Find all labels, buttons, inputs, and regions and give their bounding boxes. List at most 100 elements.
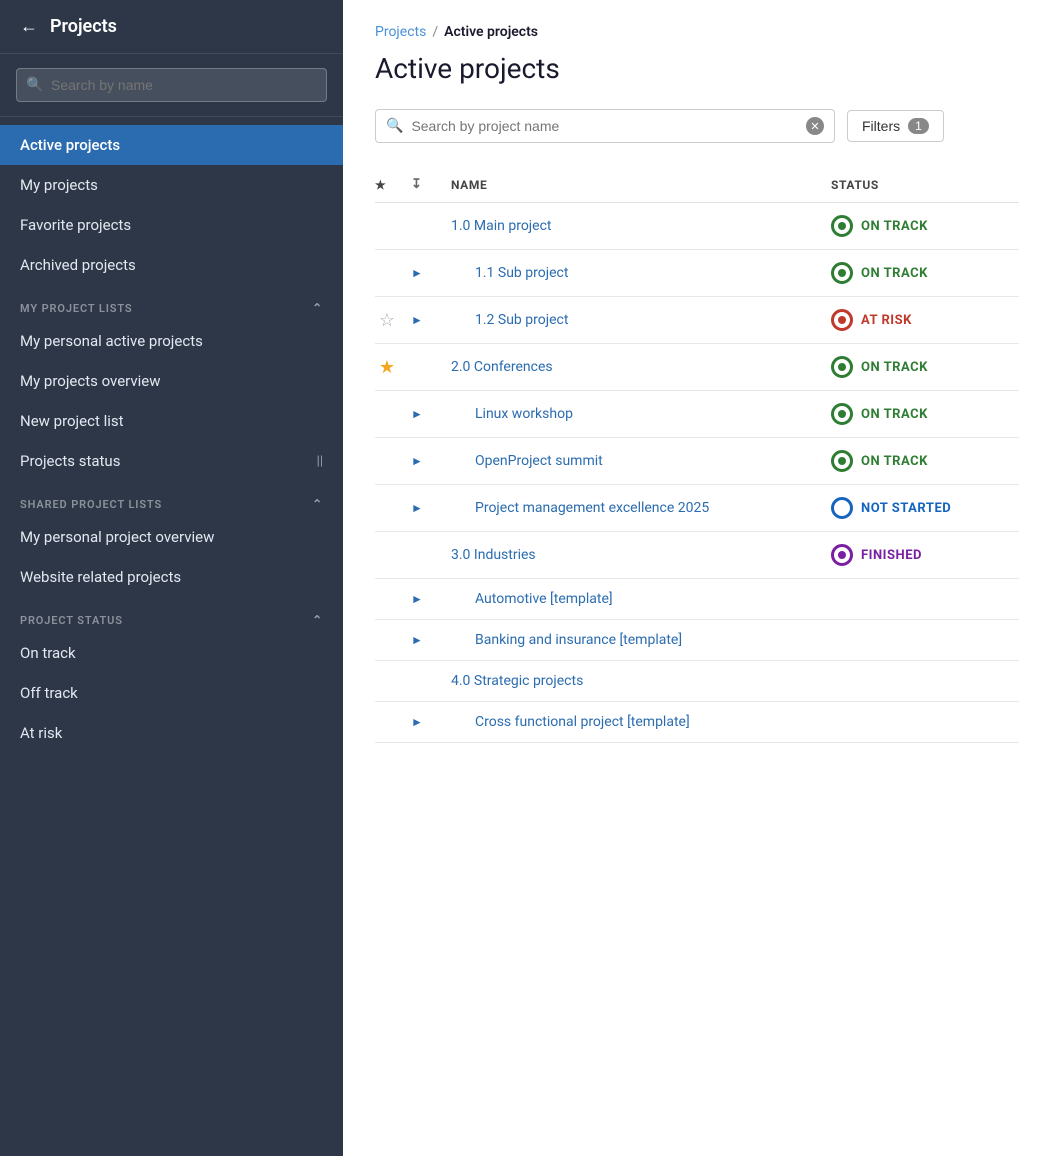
breadcrumb: Projects / Active projects <box>375 24 1019 40</box>
star-cell[interactable] <box>375 532 411 579</box>
project-search-input[interactable] <box>411 118 798 134</box>
my-project-lists-chevron[interactable]: ⌃ <box>312 301 323 315</box>
project-name-link[interactable]: Linux workshop <box>475 406 573 422</box>
expand-icon[interactable]: ► <box>411 715 423 729</box>
sidebar-item-projects-status[interactable]: Projects status || <box>0 441 343 481</box>
sidebar-item-label: Active projects <box>20 136 120 154</box>
table-row: ☆► 1.2 Sub project AT RISK <box>375 297 1019 344</box>
status-icon <box>831 497 853 519</box>
star-cell[interactable] <box>375 485 411 532</box>
star-icon: ★ <box>379 357 395 378</box>
project-name-link[interactable]: 1.2 Sub project <box>475 312 568 328</box>
expand-cell[interactable]: ► <box>411 438 439 485</box>
search-icon: 🔍 <box>386 118 403 134</box>
name-cell: Linux workshop <box>439 391 819 438</box>
filters-count: 1 <box>908 118 929 134</box>
name-cell: Banking and insurance [template] <box>439 620 819 661</box>
name-cell: OpenProject summit <box>439 438 819 485</box>
search-clear-button[interactable]: ✕ <box>806 117 824 135</box>
sidebar-item-label: At risk <box>20 724 62 742</box>
expand-cell[interactable]: ► <box>411 579 439 620</box>
table-row: 3.0 Industries FINISHED <box>375 532 1019 579</box>
sidebar-item-active-projects[interactable]: Active projects <box>0 125 343 165</box>
sidebar-item-new-project-list[interactable]: New project list <box>0 401 343 441</box>
star-cell[interactable] <box>375 391 411 438</box>
status-label: AT RISK <box>861 313 912 328</box>
breadcrumb-root[interactable]: Projects <box>375 24 426 40</box>
expand-icon[interactable]: ► <box>411 407 423 421</box>
sidebar-item-favorite-projects[interactable]: Favorite projects <box>0 205 343 245</box>
sidebar-nav: Active projects My projects Favorite pro… <box>0 117 343 1156</box>
main-content: Projects / Active projects Active projec… <box>343 0 1051 1156</box>
sidebar-item-my-projects-overview[interactable]: My projects overview <box>0 361 343 401</box>
star-cell[interactable] <box>375 250 411 297</box>
star-cell[interactable] <box>375 661 411 702</box>
expand-icon[interactable]: ► <box>411 633 423 647</box>
project-name-link[interactable]: OpenProject summit <box>475 453 603 469</box>
star-cell[interactable]: ★ <box>375 344 411 391</box>
page-title: Active projects <box>375 52 1019 85</box>
col-header-star: ★ <box>375 167 411 203</box>
shared-project-lists-header: SHARED PROJECT LISTS ⌃ <box>0 481 343 517</box>
expand-icon[interactable]: ► <box>411 266 423 280</box>
expand-cell[interactable]: ► <box>411 250 439 297</box>
status-label: ON TRACK <box>861 407 928 422</box>
project-status-header: PROJECT STATUS ⌃ <box>0 597 343 633</box>
name-cell: 4.0 Strategic projects <box>439 661 819 702</box>
table-row: ►Project management excellence 2025 NOT … <box>375 485 1019 532</box>
back-icon[interactable]: ← <box>20 16 38 37</box>
status-cell <box>819 620 1019 661</box>
star-cell[interactable] <box>375 203 411 250</box>
project-name-link[interactable]: Automotive [template] <box>475 591 613 607</box>
sidebar-item-label: On track <box>20 644 76 662</box>
project-name-link[interactable]: 3.0 Industries <box>451 547 536 563</box>
sidebar-search-input[interactable] <box>16 68 327 102</box>
sidebar-item-on-track[interactable]: On track <box>0 633 343 673</box>
status-label: ON TRACK <box>861 266 928 281</box>
expand-cell[interactable]: ► <box>411 620 439 661</box>
expand-icon[interactable]: ► <box>411 313 423 327</box>
project-name-link[interactable]: 2.0 Conferences <box>451 359 553 375</box>
sidebar-item-off-track[interactable]: Off track <box>0 673 343 713</box>
sidebar-item-website-related-projects[interactable]: Website related projects <box>0 557 343 597</box>
star-cell[interactable]: ☆ <box>375 297 411 344</box>
status-icon <box>831 309 853 331</box>
expand-cell <box>411 661 439 702</box>
projects-tbody: 1.0 Main project ON TRACK ► 1.1 Sub proje… <box>375 203 1019 743</box>
project-name-link[interactable]: Banking and insurance [template] <box>475 632 682 648</box>
expand-icon[interactable]: ► <box>411 592 423 606</box>
project-name-link[interactable]: 1.0 Main project <box>451 218 551 234</box>
filters-button[interactable]: Filters 1 <box>847 110 944 142</box>
expand-icon[interactable]: ► <box>411 454 423 468</box>
status-cell: ON TRACK <box>819 203 1019 250</box>
expand-cell[interactable]: ► <box>411 391 439 438</box>
star-cell[interactable] <box>375 438 411 485</box>
expand-cell[interactable]: ► <box>411 485 439 532</box>
project-name-link[interactable]: Project management excellence 2025 <box>475 500 709 516</box>
star-cell[interactable] <box>375 702 411 743</box>
sidebar-item-my-projects[interactable]: My projects <box>0 165 343 205</box>
shared-project-lists-chevron[interactable]: ⌃ <box>312 497 323 511</box>
project-name-link[interactable]: Cross functional project [template] <box>475 714 690 730</box>
sidebar-item-my-personal-active[interactable]: My personal active projects <box>0 321 343 361</box>
toolbar: 🔍 ✕ Filters 1 <box>375 109 1019 143</box>
sidebar-item-at-risk[interactable]: At risk <box>0 713 343 753</box>
project-status-chevron[interactable]: ⌃ <box>312 613 323 627</box>
sidebar-item-label: Off track <box>20 684 78 702</box>
sidebar-item-my-personal-project-overview[interactable]: My personal project overview <box>0 517 343 557</box>
expand-icon[interactable]: ► <box>411 501 423 515</box>
star-cell[interactable] <box>375 620 411 661</box>
projects-table: ★ ↧ NAME STATUS 1.0 Main project ON TRAC… <box>375 167 1019 743</box>
expand-cell <box>411 203 439 250</box>
expand-cell[interactable]: ► <box>411 297 439 344</box>
sidebar-item-archived-projects[interactable]: Archived projects <box>0 245 343 285</box>
project-name-link[interactable]: 1.1 Sub project <box>475 265 568 281</box>
expand-cell[interactable]: ► <box>411 702 439 743</box>
project-name-link[interactable]: 4.0 Strategic projects <box>451 673 583 689</box>
status-label: ON TRACK <box>861 360 928 375</box>
table-row: 1.0 Main project ON TRACK <box>375 203 1019 250</box>
expand-cell <box>411 532 439 579</box>
star-cell[interactable] <box>375 579 411 620</box>
filters-label: Filters <box>862 118 900 134</box>
project-search-box: 🔍 ✕ <box>375 109 835 143</box>
